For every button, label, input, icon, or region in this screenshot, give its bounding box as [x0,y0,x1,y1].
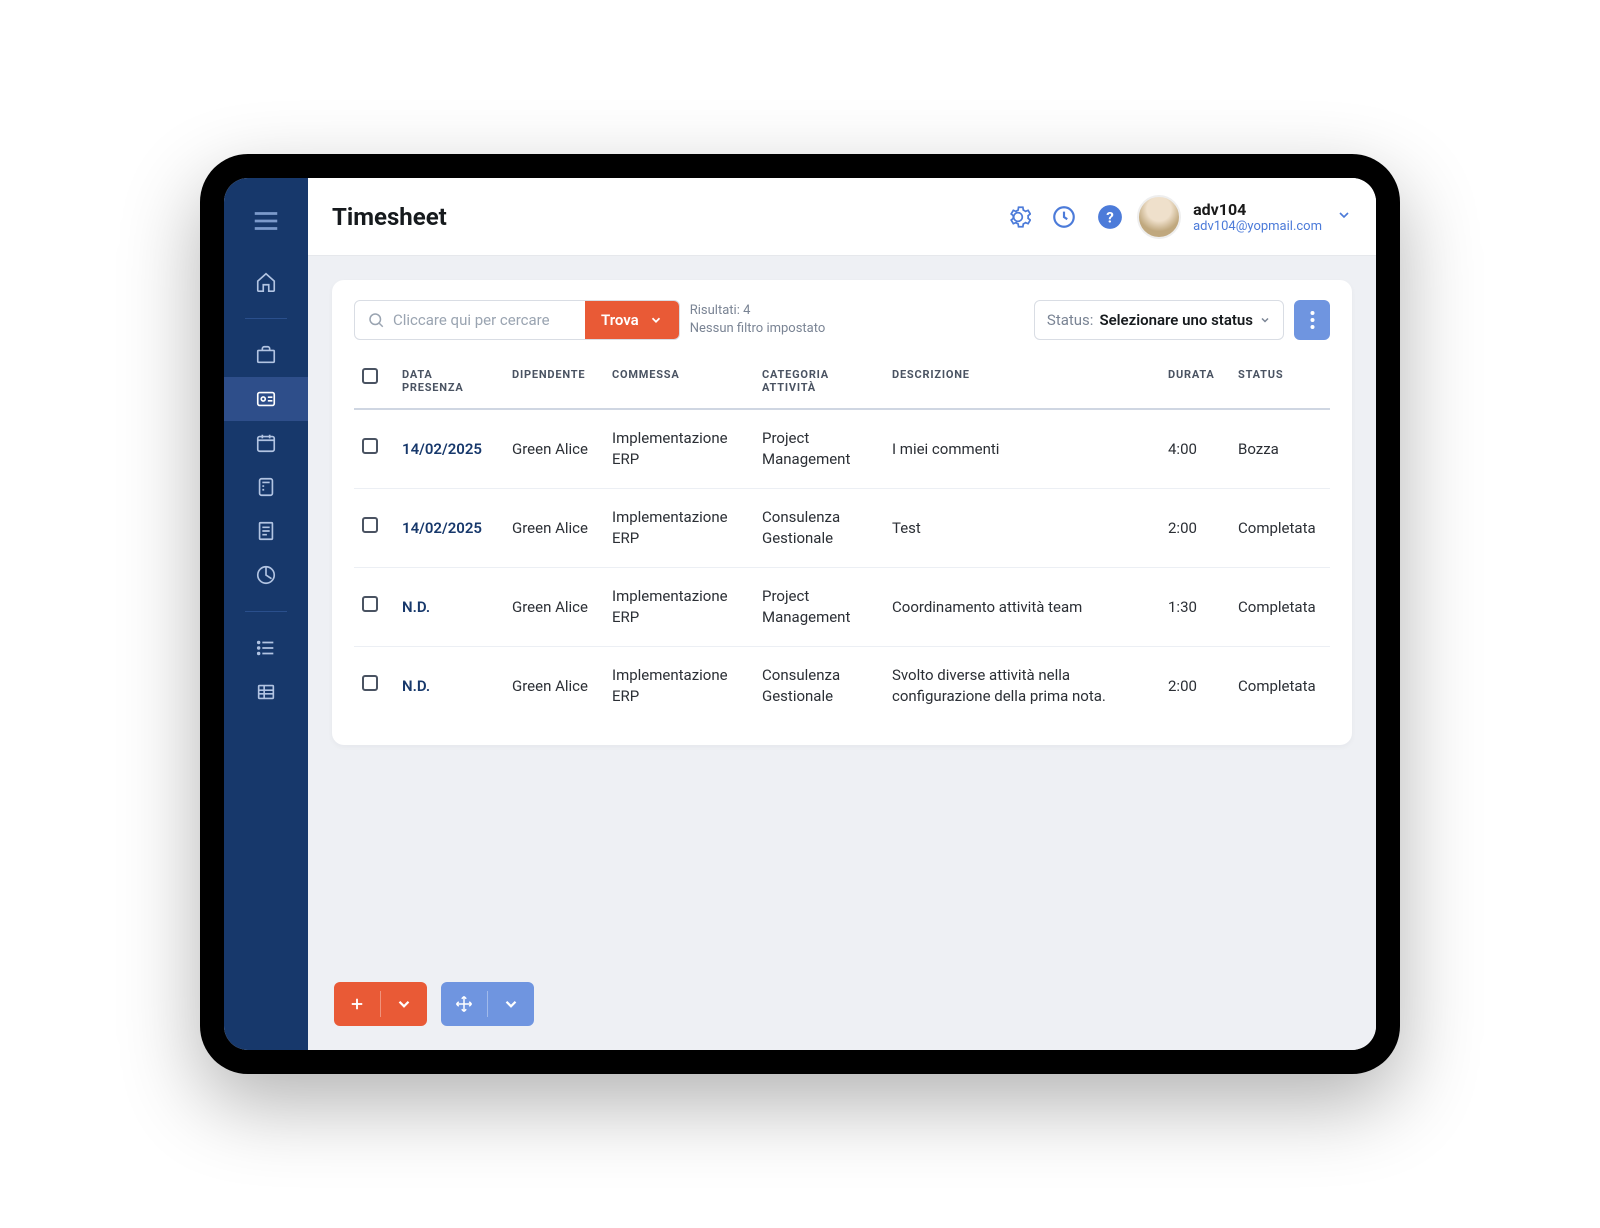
nav-briefcase[interactable] [224,333,308,377]
cell-durata: 2:00 [1160,647,1230,726]
cell-employee: Green Alice [504,647,604,726]
col-categoria: CATEGORIA ATTIVITÀ [754,358,884,409]
nav-list[interactable] [224,626,308,670]
status-filter-value: Selezionare uno status [1099,311,1253,329]
cell-status: Completata [1230,647,1330,726]
plus-icon [348,995,366,1013]
table-row[interactable]: N.D. Green Alice Implementazione ERP Con… [354,647,1330,726]
move-button[interactable] [441,982,534,1026]
nav-chart[interactable] [224,553,308,597]
nav-home[interactable] [224,260,308,304]
user-email: adv104@yopmail.com [1193,219,1322,234]
row-checkbox[interactable] [362,596,378,612]
table-row[interactable]: N.D. Green Alice Implementazione ERP Pro… [354,568,1330,647]
cell-descrizione: I miei commenti [884,409,1160,489]
settings-button[interactable] [999,198,1037,236]
more-actions-button[interactable] [1294,300,1330,340]
table-row[interactable]: 14/02/2025 Green Alice Implementazione E… [354,409,1330,489]
sidebar-divider [245,318,287,319]
table-row[interactable]: 14/02/2025 Green Alice Implementazione E… [354,489,1330,568]
sidebar-divider [245,611,287,612]
help-button[interactable]: ? [1091,198,1129,236]
cell-durata: 4:00 [1160,409,1230,489]
cell-commessa: Implementazione ERP [604,409,754,489]
cell-categoria: Project Management [754,409,884,489]
date-link[interactable]: 14/02/2025 [402,519,482,537]
user-name: adv104 [1193,200,1322,219]
cell-durata: 1:30 [1160,568,1230,647]
chevron-down-icon [649,313,663,327]
page-title: Timesheet [332,203,447,231]
cell-commessa: Implementazione ERP [604,647,754,726]
move-icon [455,995,473,1013]
col-descrizione: DESCRIZIONE [884,358,1160,409]
cell-commessa: Implementazione ERP [604,568,754,647]
row-checkbox[interactable] [362,438,378,454]
date-link[interactable]: 14/02/2025 [402,440,482,458]
col-dipendente: DIPENDENTE [504,358,604,409]
search-placeholder: Cliccare qui per cercare [393,311,550,329]
cell-descrizione: Svolto diverse attività nella configuraz… [884,647,1160,726]
chevron-down-icon [395,995,413,1013]
cell-categoria: Consulenza Gestionale [754,489,884,568]
cell-status: Bozza [1230,409,1330,489]
menu-toggle[interactable] [251,192,281,260]
find-button[interactable]: Trova [585,301,679,339]
chevron-down-icon [502,995,520,1013]
nav-calendar[interactable] [224,421,308,465]
date-link[interactable]: N.D. [402,677,430,695]
history-button[interactable] [1045,198,1083,236]
nav-calculator[interactable] [224,465,308,509]
nav-table[interactable] [224,670,308,714]
add-button[interactable] [334,982,427,1026]
find-button-label: Trova [601,311,639,329]
results-summary: Risultati: 4 Nessun filtro impostato [690,302,826,337]
search-input[interactable]: Cliccare qui per cercare [355,301,585,339]
cell-descrizione: Coordinamento attività team [884,568,1160,647]
chevron-down-icon [1259,314,1271,326]
status-filter[interactable]: Status: Selezionare uno status [1034,300,1284,340]
cell-employee: Green Alice [504,568,604,647]
svg-text:?: ? [1106,208,1114,226]
row-checkbox[interactable] [362,517,378,533]
col-data-presenza: DATA PRESENZA [394,358,504,409]
cell-descrizione: Test [884,489,1160,568]
cell-status: Completata [1230,489,1330,568]
user-menu[interactable]: adv104 adv104@yopmail.com [1193,200,1322,234]
nav-timesheet[interactable] [224,377,308,421]
date-link[interactable]: N.D. [402,598,430,616]
cell-employee: Green Alice [504,489,604,568]
user-avatar[interactable] [1137,195,1181,239]
search-icon [367,311,385,329]
cell-categoria: Consulenza Gestionale [754,647,884,726]
cell-commessa: Implementazione ERP [604,489,754,568]
row-checkbox[interactable] [362,675,378,691]
col-durata: DURATA [1160,358,1230,409]
nav-document[interactable] [224,509,308,553]
cell-durata: 2:00 [1160,489,1230,568]
cell-employee: Green Alice [504,409,604,489]
cell-status: Completata [1230,568,1330,647]
col-status: STATUS [1230,358,1330,409]
select-all-checkbox[interactable] [362,368,378,384]
col-commessa: COMMESSA [604,358,754,409]
cell-categoria: Project Management [754,568,884,647]
status-filter-prefix: Status: [1047,311,1094,329]
user-menu-toggle[interactable] [1336,207,1352,227]
